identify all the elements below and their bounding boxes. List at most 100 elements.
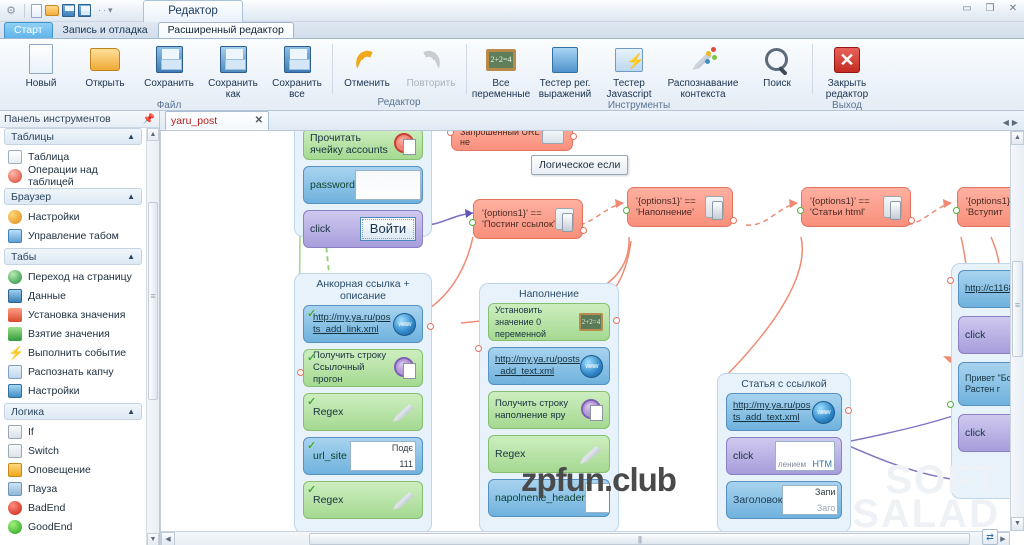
redo-button[interactable]: Повторить: [400, 42, 462, 89]
open-icon[interactable]: [45, 5, 59, 16]
port-cond2-out[interactable]: [730, 217, 737, 224]
arrange-button[interactable]: ⇄: [982, 529, 998, 545]
node-group-anchor[interactable]: Анкорная ссылка + описание ✓ http://my.y…: [294, 273, 432, 531]
group-header-browser[interactable]: Браузер ▲: [4, 188, 142, 205]
node-article-title[interactable]: Заголовок Запи Заго: [726, 481, 842, 519]
javascript-tester-button[interactable]: Тестер Javascript: [598, 42, 660, 100]
ribbon-tab-start[interactable]: Старт: [4, 22, 53, 38]
port-filling-url-in[interactable]: [475, 345, 482, 352]
canvas-hscroll-thumb[interactable]: [309, 533, 970, 545]
node-right-text[interactable]: Привет "Больше Растен г: [958, 362, 1010, 406]
file-tab-yaru-post[interactable]: yaru_post ✕: [165, 111, 269, 130]
node-url-site[interactable]: ✓ url_site Подє 111: [303, 437, 423, 475]
tool-item-notify[interactable]: Оповещение: [0, 460, 146, 479]
canvas-scroll-right-icon[interactable]: ▶: [996, 532, 1010, 545]
tool-item-tab-settings[interactable]: Настройки: [0, 381, 146, 400]
minimize-icon[interactable]: ▭: [960, 2, 974, 16]
canvas-vertical-scrollbar[interactable]: ▲ ▼: [1010, 131, 1024, 531]
file-tab-close-icon[interactable]: ✕: [255, 115, 263, 126]
undo-button[interactable]: Отменить: [336, 42, 398, 89]
condition-filling[interactable]: '{options1}' == 'Наполнение': [627, 187, 733, 227]
port-cond3-in[interactable]: [797, 207, 804, 214]
search-button[interactable]: Поиск: [746, 42, 808, 89]
condition-articles-html[interactable]: '{options1}' == 'Статьи html': [801, 187, 911, 227]
node-article-click[interactable]: click лением HTM: [726, 437, 842, 475]
port-filling-set-var-out[interactable]: [613, 317, 620, 324]
canvas-scroll-down-icon[interactable]: ▼: [1011, 517, 1024, 531]
scroll-thumb[interactable]: [148, 202, 158, 400]
tool-item-set-value[interactable]: Установка значения: [0, 305, 146, 324]
node-read-cell-accounts[interactable]: Прочитать ячейку accounts: [303, 131, 423, 160]
tab-nav-icons[interactable]: ◀▶: [1003, 118, 1021, 127]
tool-item-data[interactable]: Данные: [0, 286, 146, 305]
port-cond2-in[interactable]: [623, 207, 630, 214]
save-all-button[interactable]: Сохранить все: [266, 42, 328, 100]
port-right-click2-in[interactable]: [947, 401, 954, 408]
close-icon[interactable]: ✕: [1006, 2, 1020, 16]
tool-item-table-ops[interactable]: Операции над таблицей: [0, 164, 146, 188]
node-right-click-2[interactable]: click: [958, 414, 1010, 452]
node-group-login[interactable]: Прочитать ячейку accounts password click…: [294, 131, 432, 248]
tool-item-get-value[interactable]: Взятие значения: [0, 324, 146, 343]
regex-tester-button[interactable]: Тестер рег. выражений: [534, 42, 596, 100]
tool-item-browser-settings[interactable]: Настройки: [0, 207, 146, 226]
condition-requested-url[interactable]: Запрошенный URL не: [451, 131, 573, 151]
node-regex-1[interactable]: ✓ Regex: [303, 393, 423, 431]
pin-icon[interactable]: 📌: [143, 114, 155, 125]
port-cond3-out[interactable]: [908, 217, 915, 224]
tool-item-goto-page[interactable]: Переход на страницу: [0, 267, 146, 286]
canvas-scroll-left-icon[interactable]: ◀: [161, 532, 175, 545]
port-condition-url-out[interactable]: [570, 133, 577, 140]
context-recognition-button[interactable]: Распознавание контекста: [662, 42, 744, 100]
port-anchor-get-string-in[interactable]: [297, 369, 304, 376]
node-group-article[interactable]: Статья с ссылкой http://my.ya.ru/posts_a…: [717, 373, 851, 531]
article-click-field[interactable]: лением HTM: [775, 441, 835, 471]
save-as-button[interactable]: Сохранить как: [202, 42, 264, 100]
port-anchor-url-in[interactable]: [427, 323, 434, 330]
node-article-url[interactable]: http://my.ya.ru/posts_add_text.xml www: [726, 393, 842, 431]
group-header-logic[interactable]: Логика ▲: [4, 403, 142, 420]
tool-item-goodend[interactable]: GoodEnd: [0, 517, 146, 536]
port-cond4-in[interactable]: [953, 207, 960, 214]
scroll-down-icon[interactable]: ▼: [147, 533, 159, 545]
port-cond1-in[interactable]: [469, 219, 476, 226]
ribbon-tab-advanced-editor[interactable]: Расширенный редактор: [157, 22, 294, 38]
port-right-url-in[interactable]: [947, 277, 954, 284]
open-button[interactable]: Открыть: [74, 42, 136, 89]
node-get-string-filling[interactable]: Получить строку наполнение яру: [488, 391, 610, 429]
flow-canvas[interactable]: Прочитать ячейку accounts password click…: [161, 131, 1010, 531]
ribbon-tab-record-debug[interactable]: Запись и отладка: [53, 22, 158, 38]
all-variables-button[interactable]: 2+2=4 Все переменные: [470, 42, 532, 100]
save-icon[interactable]: [62, 4, 75, 17]
restore-icon[interactable]: ❐: [983, 2, 997, 16]
node-anchor-url[interactable]: ✓ http://my.ya.ru/posts_add_link.xml www: [303, 305, 423, 343]
node-click-login[interactable]: click Войти: [303, 210, 423, 248]
tool-item-switch[interactable]: Switch: [0, 441, 146, 460]
tool-item-badend[interactable]: BadEnd: [0, 498, 146, 517]
article-title-field[interactable]: Запи Заго: [782, 485, 839, 515]
tool-item-if[interactable]: If: [0, 422, 146, 441]
condition-entry[interactable]: '{options1}' == 'Вступит: [957, 187, 1010, 227]
node-filling-url-label[interactable]: http://my.ya.ru/posts_add_text.xml: [495, 354, 580, 378]
tool-panel-scrollbar[interactable]: ▲ ▼: [146, 128, 159, 545]
tool-item-tab-manage[interactable]: Управление табом: [0, 226, 146, 245]
save-all-icon[interactable]: [78, 4, 91, 17]
new-icon[interactable]: [31, 3, 42, 18]
group-header-tables[interactable]: Таблицы ▲: [4, 128, 142, 145]
canvas-vscroll-thumb[interactable]: [1012, 261, 1023, 357]
canvas-scroll-up-icon[interactable]: ▲: [1011, 131, 1024, 145]
tool-item-captcha[interactable]: Распознать капчу: [0, 362, 146, 381]
port-article-url-in[interactable]: [845, 407, 852, 414]
node-article-url-label[interactable]: http://my.ya.ru/posts_add_text.xml: [733, 400, 812, 424]
tool-item-pause[interactable]: Пауза: [0, 479, 146, 498]
new-button[interactable]: Новый: [10, 42, 72, 89]
scroll-up-icon[interactable]: ▲: [147, 128, 159, 141]
node-right-url-label[interactable]: http://c116860: [965, 283, 1010, 295]
group-header-tabs[interactable]: Табы ▲: [4, 248, 142, 265]
node-right-url[interactable]: http://c116860: [958, 270, 1010, 308]
node-regex-2[interactable]: ✓ Regex: [303, 481, 423, 519]
login-submit-button[interactable]: Войти: [360, 217, 416, 241]
close-editor-button[interactable]: ✕ Закрыть редактор: [816, 42, 878, 100]
node-set-var-zero[interactable]: Установить значение 0 переменной 2+2=4: [488, 303, 610, 341]
node-filling-url[interactable]: http://my.ya.ru/posts_add_text.xml www: [488, 347, 610, 385]
